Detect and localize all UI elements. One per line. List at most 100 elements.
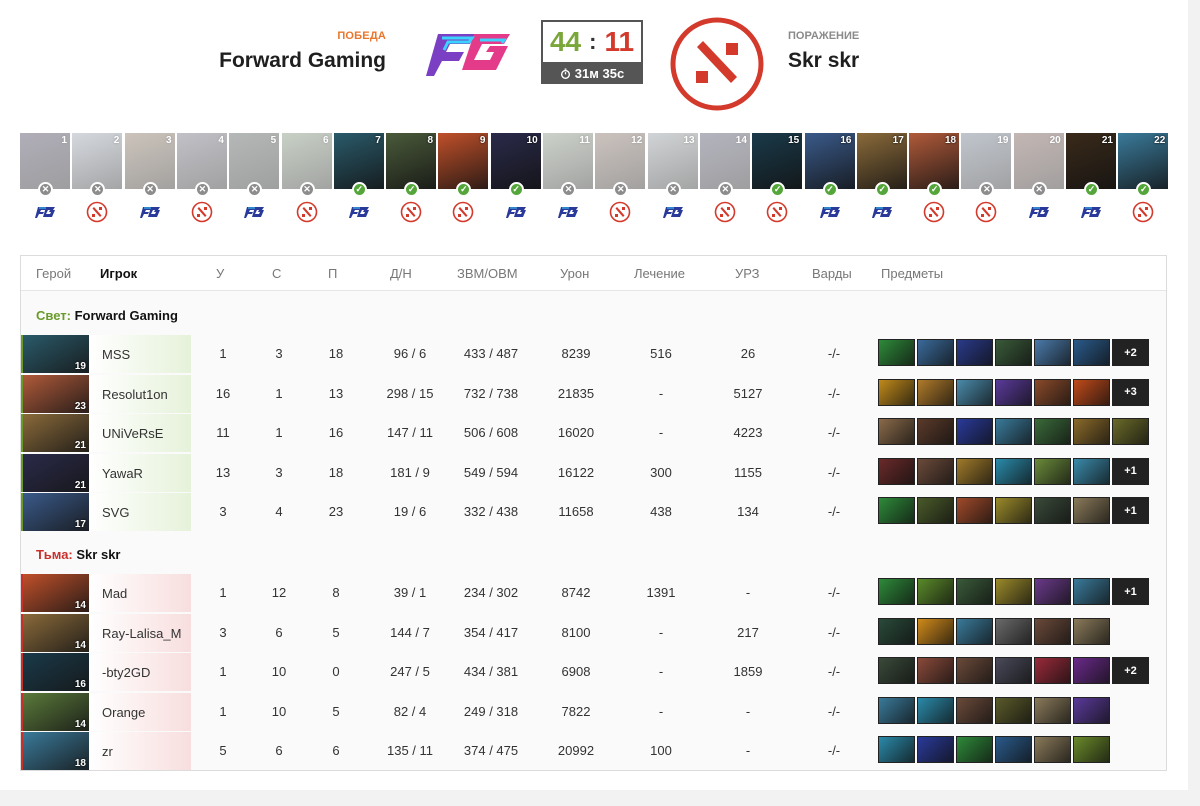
item-icon[interactable] [995, 418, 1032, 446]
player-name[interactable]: MSS [102, 347, 130, 362]
more-items-badge[interactable]: +1 [1112, 457, 1149, 485]
hero-portrait[interactable]: 9 [438, 133, 489, 189]
player-cell[interactable]: Orange [89, 692, 191, 731]
col-player[interactable]: Игрок [100, 266, 137, 281]
more-items-badge[interactable]: +1 [1112, 578, 1149, 605]
draft-pick-15[interactable]: 15 ✓ [752, 133, 803, 223]
hero-portrait[interactable]: 3 [124, 133, 175, 189]
col-building-damage[interactable]: УРЗ [735, 266, 760, 281]
draft-ban-19[interactable]: 19 ✕ [961, 133, 1012, 223]
col-kills[interactable]: У [216, 266, 224, 281]
item-icon[interactable] [956, 457, 993, 485]
hero-portrait[interactable]: 4 [176, 133, 227, 189]
col-damage[interactable]: Урон [560, 266, 589, 281]
item-icon[interactable] [995, 657, 1032, 685]
item-icon[interactable] [878, 617, 915, 645]
item-icon[interactable] [878, 418, 915, 446]
item-icon[interactable] [1034, 497, 1071, 525]
item-icon[interactable] [956, 578, 993, 605]
draft-pick-17[interactable]: 17 ✓ [856, 133, 907, 218]
item-icon[interactable] [995, 457, 1032, 485]
item-icon[interactable] [917, 418, 954, 446]
item-icon[interactable] [1073, 736, 1110, 764]
item-icon[interactable] [1073, 617, 1110, 645]
item-icon[interactable] [1073, 378, 1110, 406]
draft-ban-4[interactable]: 4 ✕ [176, 133, 227, 223]
more-items-badge[interactable]: +3 [1112, 378, 1149, 406]
draft-ban-5[interactable]: 5 ✕ [229, 133, 280, 218]
draft-ban-14[interactable]: 14 ✕ [699, 133, 750, 223]
player-cell[interactable]: MSS [89, 335, 191, 373]
player-cell[interactable]: -bty2GD [89, 653, 191, 692]
player-cell[interactable]: zr [89, 732, 191, 771]
table-row[interactable]: 14 Mad 1 12 8 39 / 1 234 / 302 8742 1391 - -/- +1 [21, 573, 1166, 613]
table-row[interactable]: 16 -bty2GD 1 10 0 247 / 5 434 / 381 6908 - 1859 -/… [21, 652, 1166, 692]
item-icon[interactable] [1073, 657, 1110, 685]
player-name[interactable]: zr [102, 744, 113, 759]
more-items-badge[interactable]: +2 [1112, 657, 1149, 685]
item-icon[interactable] [995, 696, 1032, 724]
item-icon[interactable] [995, 617, 1032, 645]
player-name[interactable]: Mad [102, 586, 127, 601]
hero-portrait[interactable]: 16 [804, 133, 855, 189]
draft-pick-18[interactable]: 18 ✓ [909, 133, 960, 223]
item-icon[interactable] [878, 657, 915, 685]
player-name[interactable]: -bty2GD [102, 665, 150, 680]
player-cell[interactable]: Ray-Lalisa_M [89, 613, 191, 652]
draft-pick-10[interactable]: 10 ✓ [490, 133, 541, 218]
hero-portrait[interactable]: 1 [20, 133, 70, 189]
hero-portrait[interactable]: 21 [23, 414, 89, 453]
hero-portrait[interactable]: 2 [72, 133, 123, 189]
table-row[interactable]: 18 zr 5 6 6 135 / 11 374 / 475 20992 100 - -/- [21, 731, 1166, 771]
player-name[interactable]: SVG [102, 505, 129, 520]
item-icon[interactable] [1034, 578, 1071, 605]
item-icon[interactable] [956, 418, 993, 446]
hero-portrait[interactable]: 5 [229, 133, 280, 189]
item-icon[interactable] [1073, 497, 1110, 525]
draft-ban-11[interactable]: 11 ✕ [543, 133, 593, 218]
item-icon[interactable] [917, 457, 954, 485]
hero-portrait[interactable]: 23 [23, 374, 89, 413]
draft-pick-16[interactable]: 16 ✓ [804, 133, 855, 218]
item-icon[interactable] [995, 339, 1032, 366]
item-icon[interactable] [1073, 578, 1110, 605]
table-row[interactable]: 19 MSS 1 3 18 96 / 6 433 / 487 8239 516 26 -/- +2 [21, 334, 1166, 374]
hero-portrait[interactable]: 17 [856, 133, 907, 189]
draft-ban-6[interactable]: 6 ✕ [281, 133, 332, 223]
draft-pick-21[interactable]: 21 ✓ [1066, 133, 1116, 218]
player-cell[interactable]: Mad [89, 574, 191, 612]
item-icon[interactable] [917, 378, 954, 406]
item-icon[interactable] [1034, 378, 1071, 406]
item-icon[interactable] [878, 378, 915, 406]
draft-ban-3[interactable]: 3 ✕ [124, 133, 175, 218]
item-icon[interactable] [956, 497, 993, 525]
forward-gaming-logo-icon[interactable] [424, 20, 512, 88]
dota-team-logo-icon[interactable] [670, 17, 764, 111]
hero-portrait[interactable]: 20 [1013, 133, 1064, 189]
table-row[interactable]: 14 Orange 1 10 5 82 / 4 249 / 318 7822 - - -/- [21, 692, 1166, 732]
player-cell[interactable]: Resolut1on [89, 374, 191, 413]
hero-portrait[interactable]: 7 [333, 133, 384, 189]
col-gpm-xpm[interactable]: ЗВМ/ОВМ [457, 266, 518, 281]
col-healing[interactable]: Лечение [634, 266, 685, 281]
hero-portrait[interactable]: 21 [1066, 133, 1116, 189]
hero-portrait[interactable]: 6 [281, 133, 332, 189]
draft-pick-22[interactable]: 22 ✓ [1118, 133, 1169, 223]
table-row[interactable]: 21 UNiVeRsE 11 1 16 147 / 11 506 / 608 16020-42… [21, 413, 1166, 453]
player-cell[interactable]: UNiVeRsE [89, 414, 191, 453]
draft-pick-9[interactable]: 9 ✓ [438, 133, 489, 223]
col-wards[interactable]: Варды [812, 266, 852, 281]
item-icon[interactable] [878, 578, 915, 605]
item-icon[interactable] [917, 657, 954, 685]
draft-ban-1[interactable]: 1 ✕ [20, 133, 70, 218]
hero-portrait[interactable]: 13 [647, 133, 698, 189]
draft-ban-13[interactable]: 13 ✕ [647, 133, 698, 218]
hero-portrait[interactable]: 22 [1118, 133, 1169, 189]
item-icon[interactable] [995, 497, 1032, 525]
hero-portrait[interactable]: 19 [23, 335, 89, 373]
item-icon[interactable] [878, 696, 915, 724]
item-icon[interactable] [956, 736, 993, 764]
item-icon[interactable] [1034, 657, 1071, 685]
item-icon[interactable] [878, 497, 915, 525]
player-name[interactable]: UNiVeRsE [102, 426, 163, 441]
